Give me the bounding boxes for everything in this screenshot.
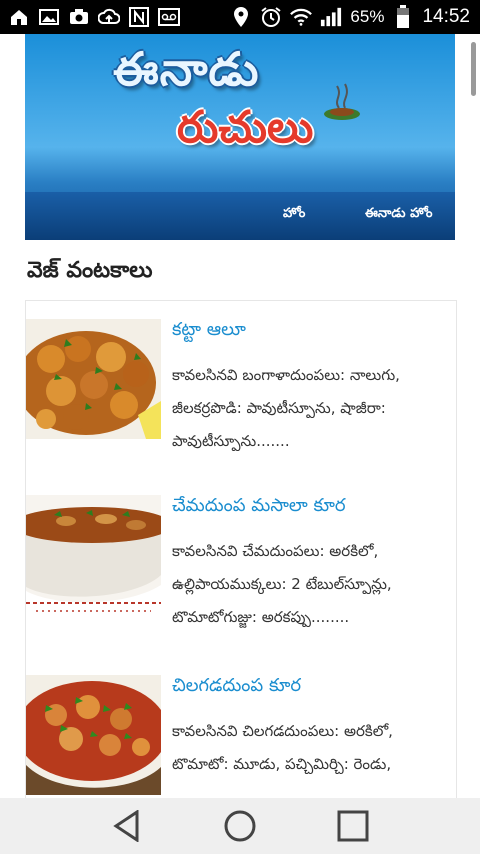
battery-percent: 65% [350,7,385,26]
spiced-potato-dish-image[interactable] [26,319,161,439]
nav-link-home[interactable]: హోం [283,206,305,224]
alarm-icon [260,6,282,28]
voicemail-icon [158,6,180,28]
battery-icon [392,5,414,28]
home-icon [8,6,30,28]
recipe-description: కావలసినవి చేమదుంపలు: అరకిలో, ఉల్లిపాయముక… [172,542,392,626]
web-content[interactable]: ఈనాడు రుచులు హోం ఈనాడు హోం వెజ్ వంటకాలు [0,34,480,798]
logo-ruchulu-text: రుచులు [177,102,314,153]
recipe-title[interactable]: చేమదుంప మసాలా కూర [172,495,346,520]
colocasia-masala-bowl-image[interactable] [26,495,161,615]
logo-eenadu-text: ఈనాడు [113,42,260,96]
back-icon[interactable] [103,802,151,850]
scrollbar[interactable] [471,42,476,96]
cloud-upload-icon [98,6,120,28]
recipe-title[interactable]: చిలగడదుంప కూర [172,675,301,700]
recipe-description: కావలసినవి చిలగడదుంపలు: అరకిలో, టొమాటో: మ… [172,722,393,773]
recipe-item[interactable]: చేమదుంప మసాలా కూర కావలసినవి చేమదుంపలు: అ… [26,477,456,647]
clock: 14:52 [422,6,470,27]
navigation-bar [0,798,480,854]
steaming-dish-icon [324,83,360,120]
nfc-icon [128,6,150,28]
image-icon [38,6,60,28]
recents-icon[interactable] [329,802,377,850]
status-bar: 65% 14:52 [0,0,480,34]
recipe-item[interactable]: చిలగడదుంప కూర కావలసినవి చిలగడదుంపలు: అరక… [26,657,456,798]
nav-link-eenadu-home[interactable]: ఈనాడు హోం [365,206,432,224]
recipe-title[interactable]: కట్టా ఆలూ [172,319,246,344]
home-circle-icon[interactable] [216,802,264,850]
section-title: వెజ్ వంటకాలు [27,258,153,283]
wifi-icon [290,6,313,28]
recipe-list: కట్టా ఆలూ కావలసినవి బంగాళాదుంపలు: నాలుగు… [25,300,457,798]
recipe-item[interactable]: కట్టా ఆలూ కావలసినవి బంగాళాదుంపలు: నాలుగు… [26,301,456,471]
eenadu-ruchulu-banner: ఈనాడు రుచులు హోం ఈనాడు హోం [25,34,455,240]
camera-icon [68,6,90,28]
signal-icon [320,6,342,28]
location-icon [230,6,252,28]
sweet-potato-curry-image[interactable] [26,675,161,795]
recipe-description: కావలసినవి బంగాళాదుంపలు: నాలుగు, జీలకర్రప… [172,366,400,450]
